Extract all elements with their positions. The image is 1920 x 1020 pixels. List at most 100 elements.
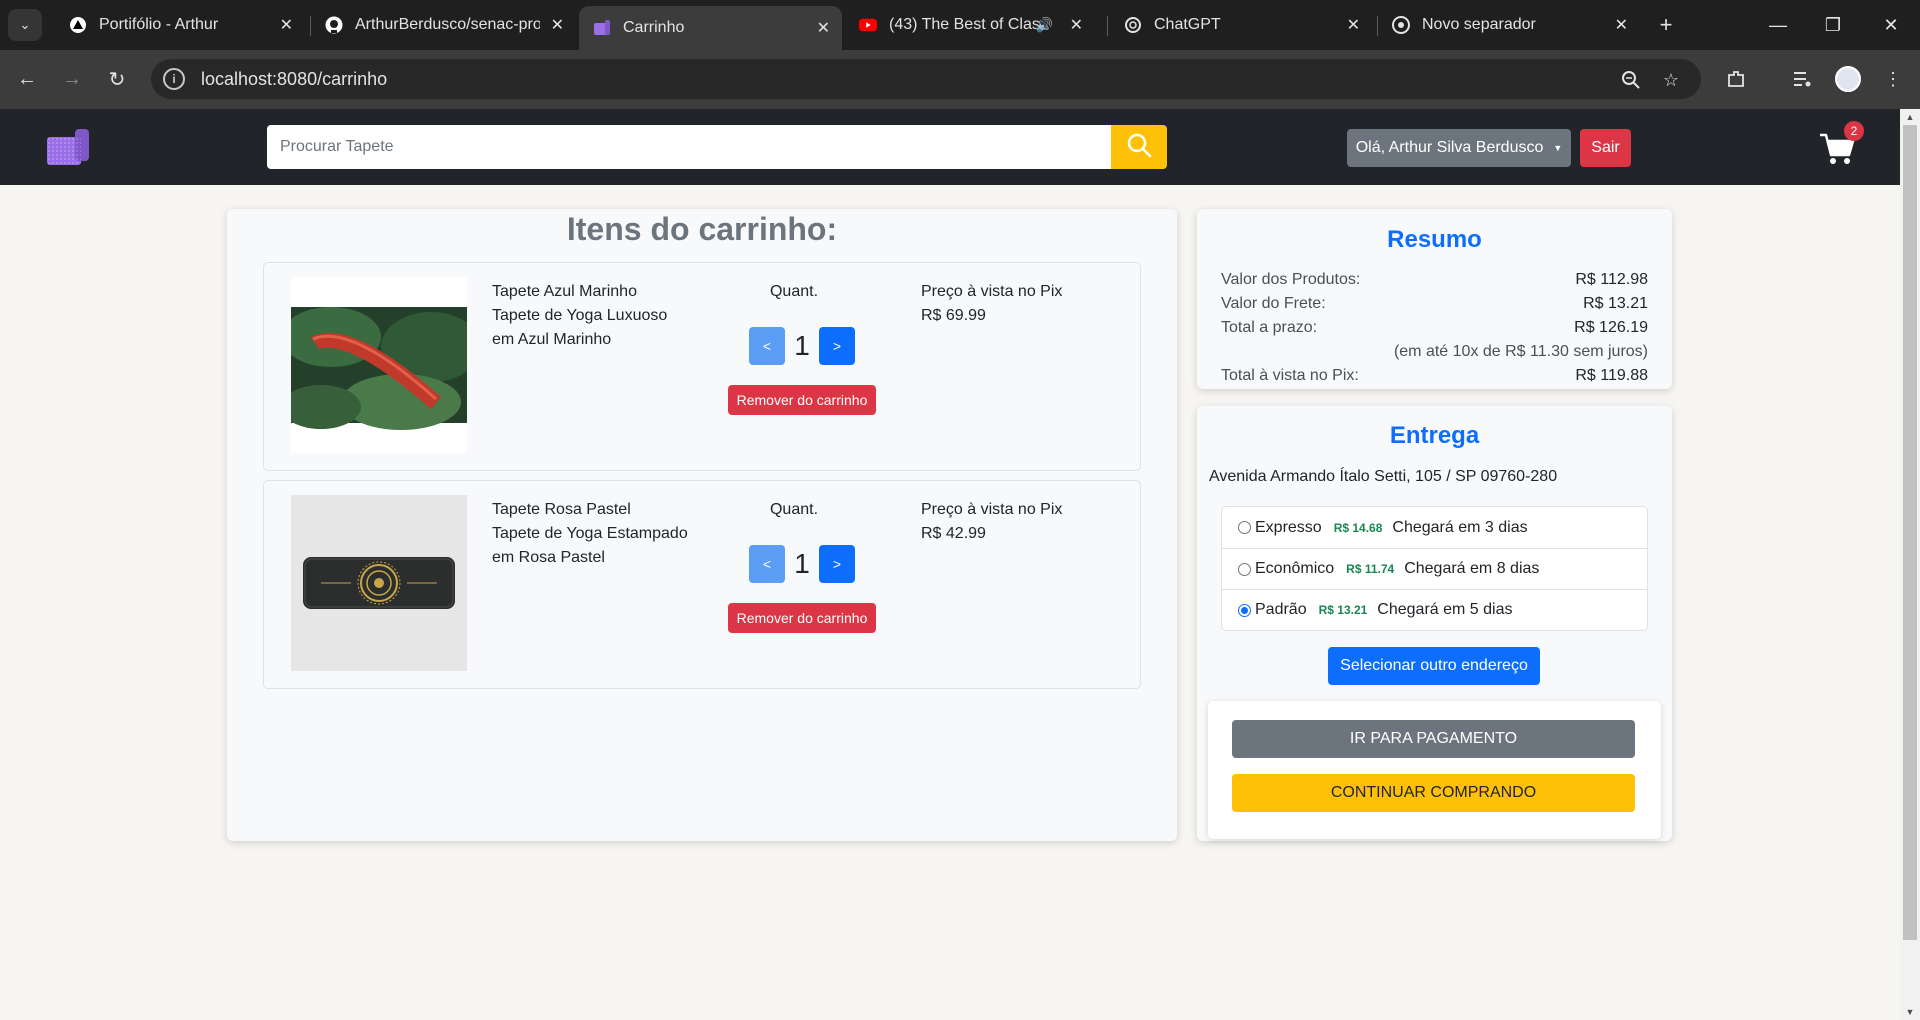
close-icon[interactable]: ✕ [280,15,293,35]
tab-title: Carrinho [623,19,685,36]
tab-title: ArthurBerdusco/senac-proj [355,16,540,33]
cart-items-panel: Itens do carrinho: Tapete Azul Marinho T… [227,209,1177,841]
close-icon[interactable]: ✕ [1347,15,1360,35]
shipping-option-eta: Chegará em 5 dias [1377,601,1513,618]
remove-from-cart-button[interactable]: Remover do carrinho [728,385,876,415]
quantity-value: 1 [794,548,810,579]
scroll-up-icon[interactable]: ▲ [1900,109,1920,125]
shipping-option-price: R$ 11.74 [1346,562,1395,576]
quantity-label: Quant. [769,283,819,300]
tab-youtube[interactable]: (43) The Best of Classic 🔊 ✕ [845,8,1095,42]
search-button[interactable] [1111,125,1167,169]
close-icon[interactable]: ✕ [551,15,564,35]
tab-portfolio[interactable]: Portifólio - Arthur ✕ [55,8,305,42]
select-other-address-button[interactable]: Selecionar outro endereço [1328,647,1540,685]
products-value-row: Valor dos Produtos: R$ 112.98 [1221,271,1648,293]
shipping-option-name: Expresso [1255,518,1322,536]
shipping-value: R$ 13.21 [1583,295,1648,312]
cart-item: Tapete Rosa Pastel Tapete de Yoga Estamp… [263,480,1141,689]
close-window-button[interactable]: ✕ [1868,8,1914,42]
caret-down-icon: ▼ [1553,143,1563,153]
site-logo[interactable] [47,129,89,165]
product-image[interactable] [281,277,481,453]
close-icon[interactable]: ✕ [1070,15,1083,35]
scrollbar-thumb[interactable] [1903,125,1917,940]
shipping-value-label: Valor do Frete: [1221,295,1326,312]
close-icon[interactable]: ✕ [1615,15,1628,35]
shipping-option-name: Econômico [1255,560,1335,577]
new-tab-button[interactable]: + [1651,10,1681,40]
product-subtitle: Tapete de Yoga Estampado em Rosa Pastel [492,525,688,566]
shipping-option-eta: Chegará em 8 dias [1404,560,1540,577]
pix-total-label: Total à vista no Pix: [1221,367,1359,384]
search-icon [1126,132,1152,163]
product-name: Tapete Rosa Pastel [492,501,631,518]
logout-button[interactable]: Sair [1580,129,1631,167]
profile-avatar[interactable] [1835,66,1861,92]
media-controls-icon[interactable] [1787,64,1817,94]
tab-carrinho[interactable]: Carrinho ✕ [579,6,842,50]
radio-button[interactable] [1238,562,1251,576]
speaker-icon[interactable]: 🔊 [1036,17,1053,34]
address-bar[interactable]: i localhost:8080/carrinho ☆ [151,59,1701,99]
total-label: Total a prazo: [1221,319,1318,336]
tab-title: Novo separador [1422,16,1536,33]
chrome-icon [1392,16,1410,34]
reload-button[interactable]: ↻ [102,64,132,94]
decrease-quantity-button[interactable]: < [749,545,785,583]
restore-button[interactable]: ❐ [1810,8,1856,42]
minimize-button[interactable]: — [1755,8,1801,42]
summary-title: Resumo [1387,226,1482,253]
quantity-label: Quant. [769,501,819,518]
radio-button[interactable] [1238,521,1251,534]
continue-shopping-button[interactable]: CONTINUAR COMPRANDO [1232,774,1635,812]
price-info: Preço à vista no Pix R$ 42.99 [921,498,1121,546]
installments-note: (em até 10x de R$ 11.30 sem juros) [1393,343,1648,360]
radio-button-selected[interactable] [1238,603,1251,617]
browser-toolbar: ← → ↻ i localhost:8080/carrinho ☆ ⋮ [0,50,1920,109]
extensions-icon[interactable] [1721,64,1751,94]
shipping-option-padrao[interactable]: Padrão R$ 13.21 Chegará em 5 dias [1222,589,1647,630]
site-info-icon[interactable]: i [163,68,185,90]
yoga-mat-icon [593,19,611,37]
youtube-icon [859,16,877,34]
total-value: R$ 126.19 [1574,319,1648,336]
tab-title: (43) The Best of Classic [889,16,1039,33]
page-scrollbar[interactable]: ▲ ▼ [1900,109,1920,1020]
close-icon[interactable]: ✕ [817,18,830,38]
price-info: Preço à vista no Pix R$ 69.99 [921,280,1121,328]
chatgpt-icon [1124,16,1142,34]
scroll-down-icon[interactable]: ▼ [1900,1004,1920,1020]
delivery-card: Entrega Avenida Armando Ítalo Setti, 105… [1197,406,1672,841]
bookmark-star-icon[interactable]: ☆ [1659,68,1683,92]
shipping-option-name: Padrão [1255,601,1307,618]
order-summary-card: Resumo Valor dos Produtos: R$ 112.98 Val… [1197,209,1672,389]
shipping-option-economico[interactable]: Econômico R$ 11.74 Chegará em 8 dias [1222,548,1647,589]
tab-separator [1107,16,1108,36]
shipping-options-list: Expresso R$ 14.68 Chegará em 3 dias Econ… [1221,506,1648,631]
tab-search-dropdown-button[interactable]: ⌄ [8,9,42,41]
github-icon [325,16,343,34]
tab-chatgpt[interactable]: ChatGPT ✕ [1110,8,1372,42]
product-description: Tapete Azul Marinho Tapete de Yoga Luxuo… [492,280,692,352]
product-image[interactable] [291,495,467,671]
search-input[interactable] [267,125,1111,169]
go-to-payment-button[interactable]: IR PARA PAGAMENTO [1232,720,1635,758]
products-value: R$ 112.98 [1575,271,1648,288]
delivery-title: Entrega [1389,422,1480,449]
shipping-value-row: Valor do Frete: R$ 13.21 [1221,295,1648,317]
forward-button[interactable]: → [57,64,87,94]
back-button[interactable]: ← [12,64,42,94]
tab-github[interactable]: ArthurBerdusco/senac-proj ✕ [311,8,576,42]
shipping-option-expresso[interactable]: Expresso R$ 14.68 Chegará em 3 dias [1222,507,1647,548]
tab-title: ChatGPT [1154,16,1221,33]
decrease-quantity-button[interactable]: < [749,327,785,365]
user-menu-button[interactable]: Olá, Arthur Silva Berdusco ▼ [1347,129,1571,167]
more-menu-icon[interactable]: ⋮ [1878,64,1908,94]
zoom-icon[interactable] [1619,68,1643,92]
remove-from-cart-button[interactable]: Remover do carrinho [728,603,876,633]
pix-total-row: Total à vista no Pix: R$ 119.88 [1221,367,1648,389]
tab-new[interactable]: Novo separador ✕ [1378,8,1640,42]
increase-quantity-button[interactable]: > [819,327,855,365]
increase-quantity-button[interactable]: > [819,545,855,583]
